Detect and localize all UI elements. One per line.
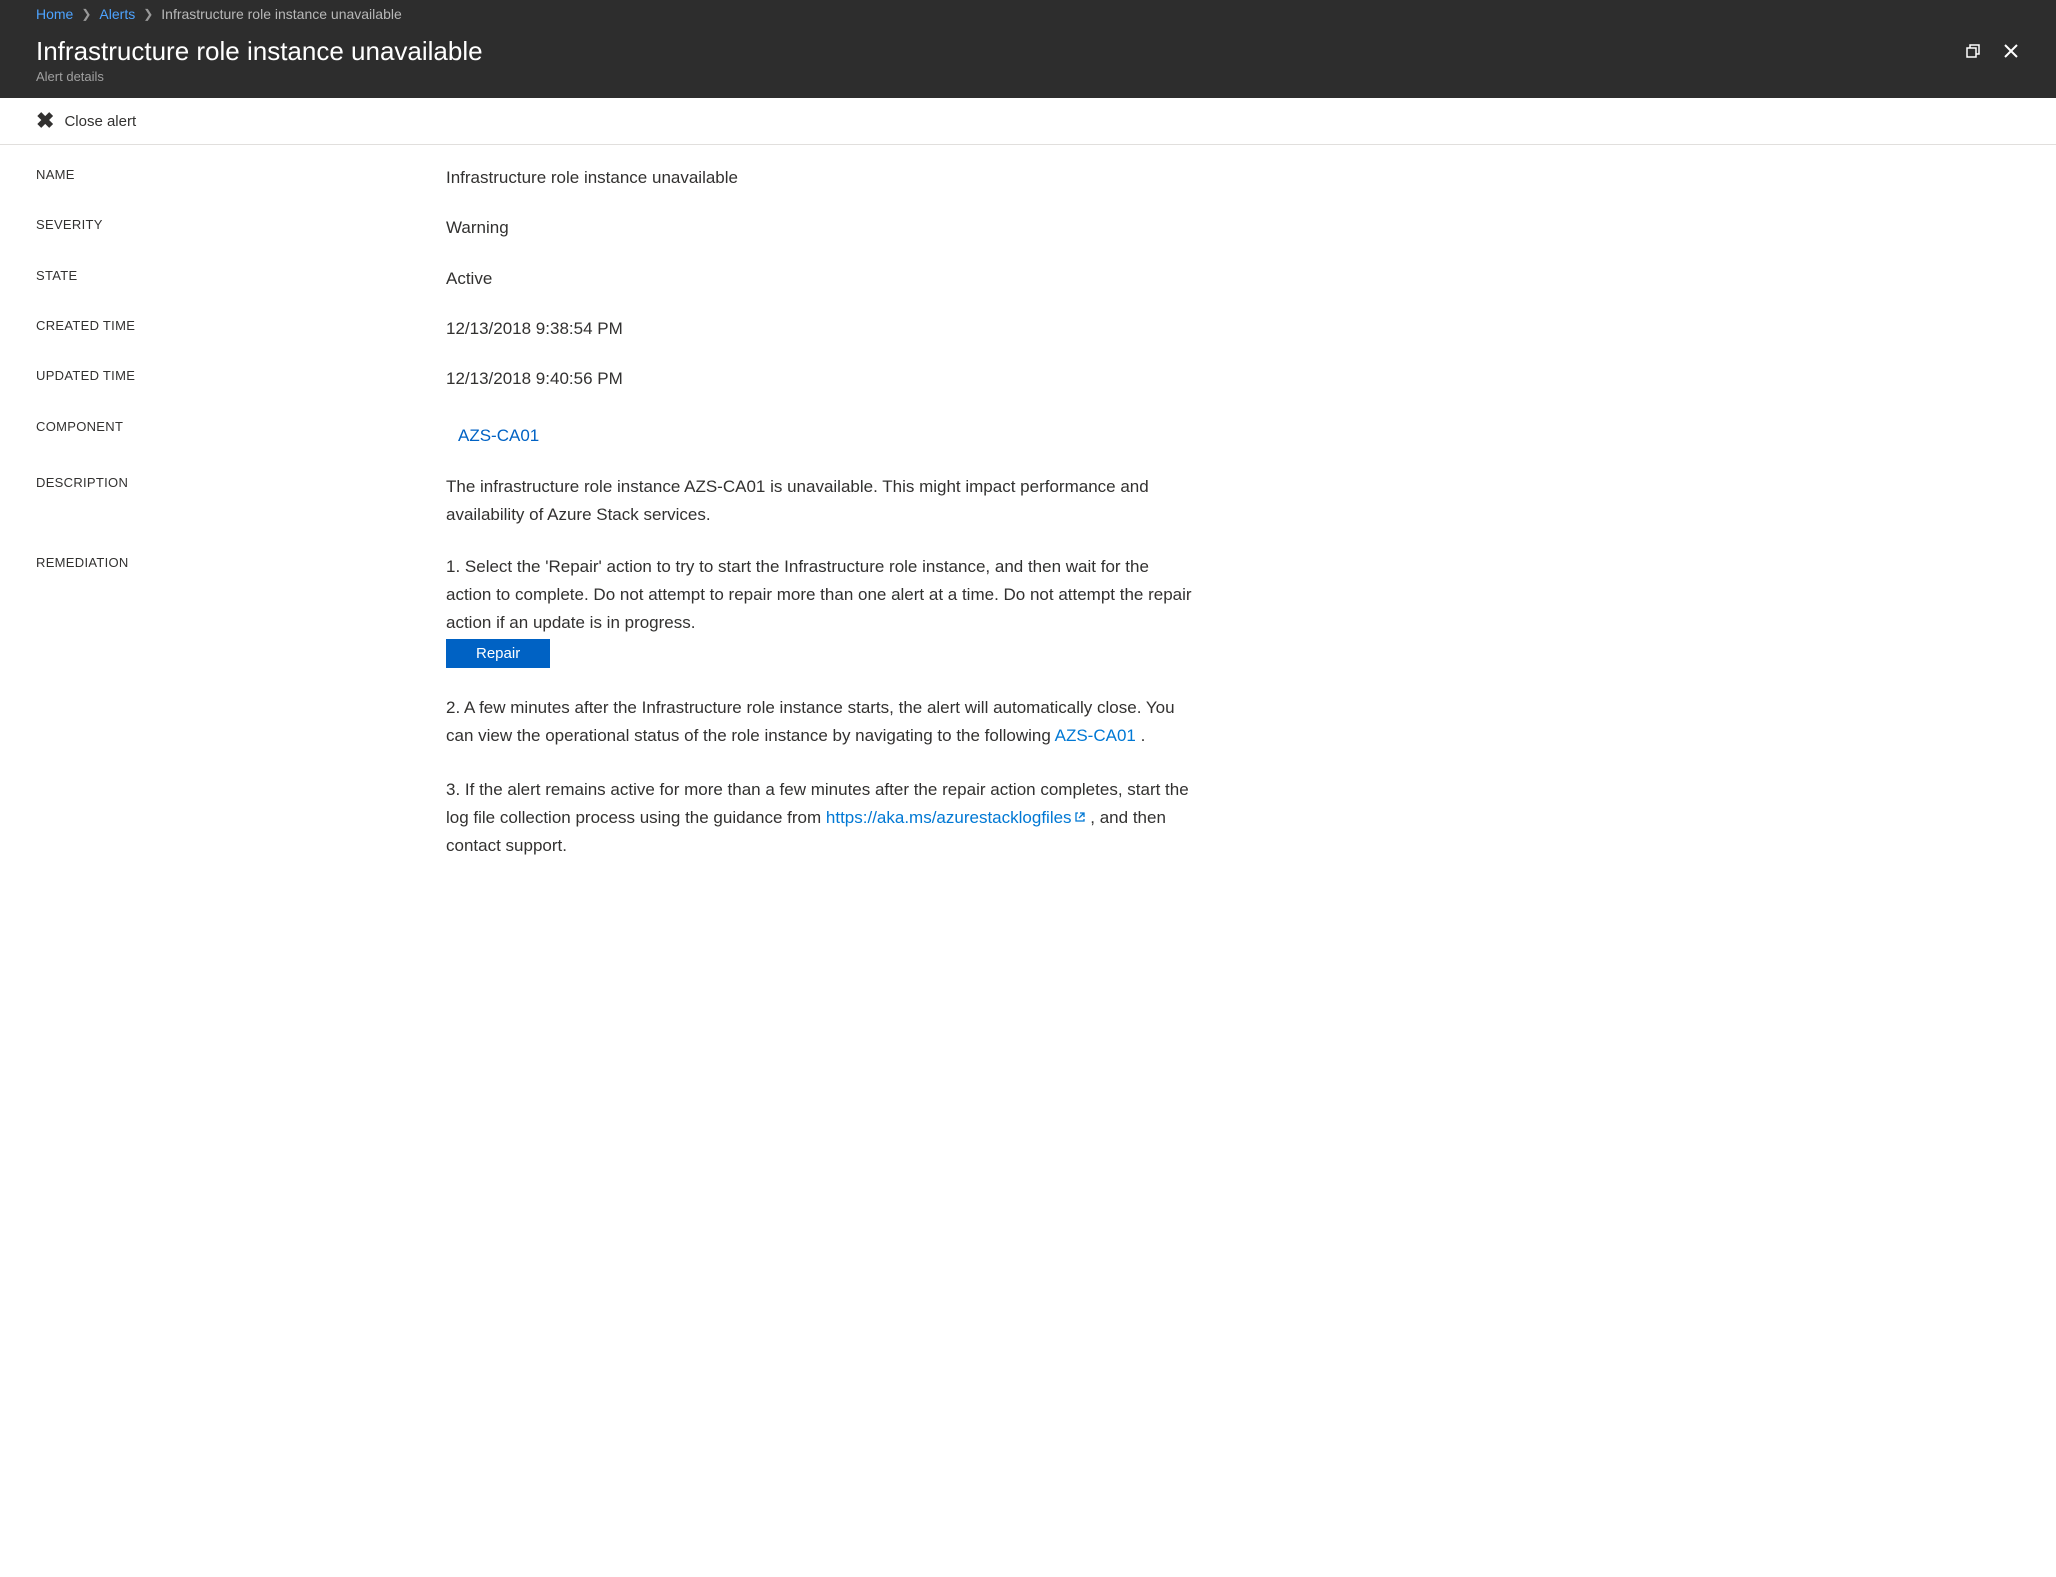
value-description: The infrastructure role instance AZS-CA0… [446,473,1194,529]
label-state: STATE [36,266,446,283]
remediation-content: 1. Select the 'Repair' action to try to … [446,553,1194,860]
remediation-step2-text-b: . [1136,726,1145,745]
label-updated-time: UPDATED TIME [36,366,446,383]
label-created-time: CREATED TIME [36,316,446,333]
label-name: NAME [36,165,446,182]
breadcrumb: Home ❯ Alerts ❯ Infrastructure role inst… [0,0,2056,28]
value-state: Active [446,266,1194,292]
value-created-time: 12/13/2018 9:38:54 PM [446,316,1194,342]
repair-button[interactable]: Repair [446,639,550,668]
breadcrumb-home[interactable]: Home [36,6,73,22]
label-remediation: REMEDIATION [36,553,446,570]
component-link[interactable]: AZS-CA01 [446,417,539,449]
close-icon[interactable] [2002,42,2020,60]
restore-window-icon[interactable] [1964,42,1982,60]
label-component: COMPONENT [36,417,446,434]
label-severity: SEVERITY [36,215,446,232]
breadcrumb-current: Infrastructure role instance unavailable [161,6,401,22]
value-severity: Warning [446,215,1194,241]
remediation-step3-link[interactable]: https://aka.ms/azurestacklogfiles [826,808,1072,827]
remediation-step2-link[interactable]: AZS-CA01 [1055,726,1136,745]
page-title: Infrastructure role instance unavailable [36,36,483,67]
chevron-right-icon: ❯ [143,7,153,21]
chevron-right-icon: ❯ [81,7,91,21]
header: Infrastructure role instance unavailable… [0,28,2056,98]
value-updated-time: 12/13/2018 9:40:56 PM [446,366,1194,392]
close-icon: ✖ [36,110,54,132]
remediation-step1-text: 1. Select the 'Repair' action to try to … [446,557,1192,632]
value-name: Infrastructure role instance unavailable [446,165,1194,191]
close-alert-label: Close alert [64,113,136,130]
external-link-icon [1074,804,1086,832]
breadcrumb-alerts[interactable]: Alerts [99,6,135,22]
close-alert-button[interactable]: ✖ Close alert [0,98,2056,145]
page-subtitle: Alert details [36,69,483,84]
label-description: DESCRIPTION [36,473,446,490]
